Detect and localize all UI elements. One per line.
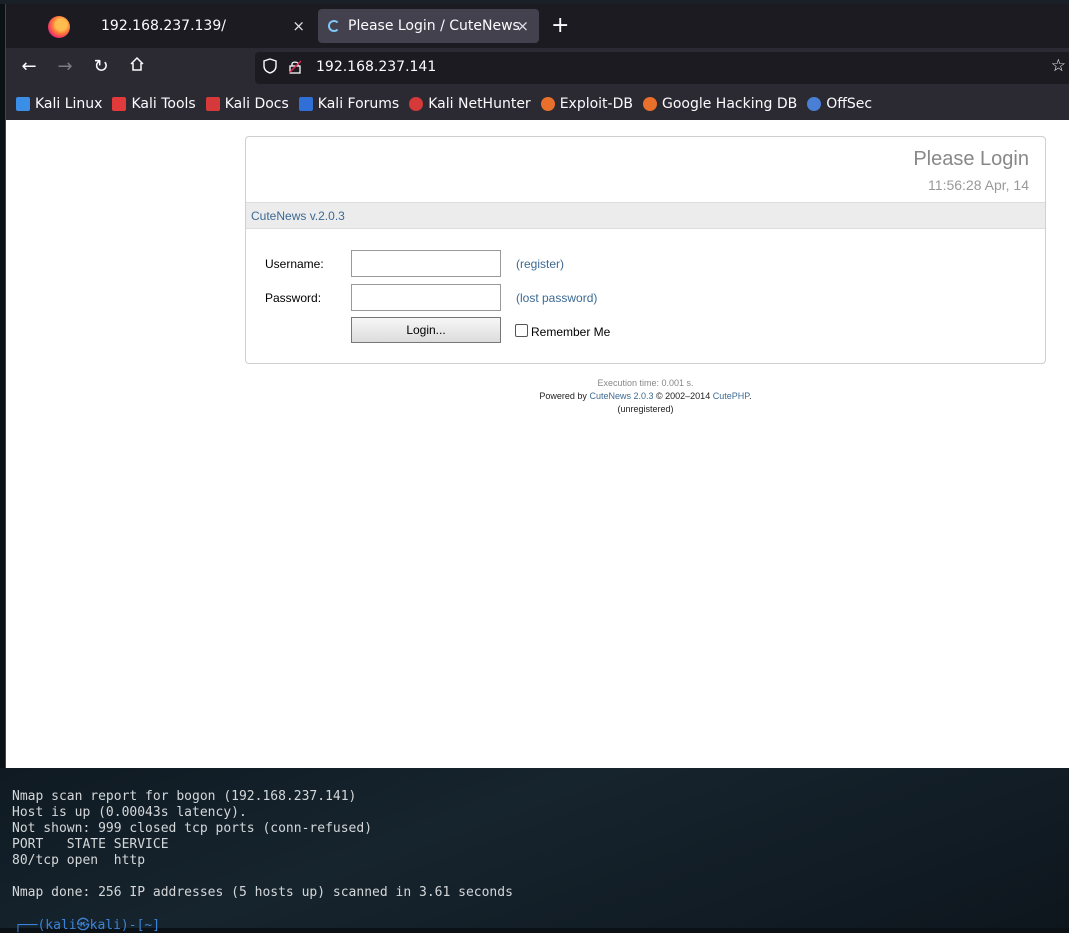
bookmark-label: Kali Docs bbox=[224, 96, 289, 112]
tab-please-login[interactable]: Please Login / CuteNews × bbox=[318, 9, 539, 43]
bookmark-google-hacking-db[interactable]: Google Hacking DB bbox=[642, 96, 798, 112]
lost-password-link[interactable]: (lost password) bbox=[516, 291, 597, 305]
kali-tools-icon bbox=[112, 97, 127, 111]
bookmark-offsec[interactable]: OffSec bbox=[807, 96, 872, 112]
bookmarks-toolbar: Kali Linux Kali Tools Kali Docs Kali For… bbox=[6, 88, 1069, 120]
firefox-view-icon[interactable] bbox=[48, 16, 70, 38]
password-field[interactable] bbox=[351, 284, 501, 311]
login-panel: Please Login 11:56:28 Apr, 14 CuteNews v… bbox=[245, 136, 1046, 364]
new-tab-button[interactable]: + bbox=[551, 13, 569, 38]
version-link[interactable]: CuteNews v.2.0.3 bbox=[251, 209, 345, 223]
insecure-lock-icon[interactable] bbox=[288, 59, 302, 74]
cutephp-link[interactable]: CutePHP bbox=[713, 391, 749, 401]
register-link[interactable]: (register) bbox=[516, 257, 564, 271]
bookmark-label: OffSec bbox=[826, 96, 873, 112]
bookmark-label: Kali Tools bbox=[131, 96, 196, 112]
terminal-output: Nmap scan report for bogon (192.168.237.… bbox=[12, 789, 513, 900]
tab-label: Please Login / CuteNews bbox=[348, 18, 520, 34]
close-icon[interactable]: × bbox=[292, 17, 305, 35]
copyright-text: © 2002–2014 bbox=[656, 391, 711, 401]
kali-nethunter-icon bbox=[409, 97, 424, 111]
offsec-icon bbox=[807, 97, 822, 111]
bookmark-label: Kali NetHunter bbox=[428, 96, 531, 112]
remember-me-checkbox[interactable] bbox=[515, 324, 528, 337]
browser-window: 192.168.237.139/ × Please Login / CuteNe… bbox=[5, 4, 1069, 768]
datetime: 11:56:28 Apr, 14 bbox=[928, 177, 1029, 193]
version-bar: CuteNews v.2.0.3 bbox=[246, 202, 1045, 229]
unregistered-text: (unregistered) bbox=[617, 404, 674, 414]
page-footer: Execution time: 0.001 s. Powered by Cute… bbox=[245, 377, 1046, 416]
ghdb-icon bbox=[642, 97, 657, 111]
reload-icon[interactable]: ↻ bbox=[89, 56, 113, 77]
bookmark-kali-docs[interactable]: Kali Docs bbox=[205, 96, 289, 112]
bookmark-label: Kali Forums bbox=[317, 96, 400, 112]
cutenews-link[interactable]: CuteNews 2.0.3 bbox=[589, 391, 653, 401]
back-arrow-icon[interactable]: ← bbox=[17, 56, 41, 77]
shield-icon[interactable] bbox=[263, 58, 277, 78]
forward-arrow-icon[interactable]: → bbox=[53, 56, 77, 77]
powered-by-line: Powered by CuteNews 2.0.3 © 2002–2014 Cu… bbox=[539, 391, 752, 401]
kali-forums-icon bbox=[298, 97, 313, 111]
tab-192-168-237-139[interactable]: 192.168.237.139/ × bbox=[89, 9, 315, 43]
terminal-prompt: ┌──(kali㉿kali)-[~] bbox=[14, 918, 161, 933]
loading-spinner-icon bbox=[328, 20, 340, 32]
powered-by-text: Powered by bbox=[539, 391, 587, 401]
login-button[interactable]: Login... bbox=[351, 317, 501, 343]
bookmark-label: Google Hacking DB bbox=[661, 96, 798, 112]
bookmark-kali-forums[interactable]: Kali Forums bbox=[298, 96, 400, 112]
execution-time: Execution time: 0.001 s. bbox=[597, 378, 694, 388]
url-text[interactable]: 192.168.237.141 bbox=[316, 59, 436, 75]
username-field[interactable] bbox=[351, 250, 501, 277]
nav-bar: ← → ↻ 192.168.237.141 ☆ bbox=[6, 48, 1069, 88]
password-label: Password: bbox=[265, 291, 322, 305]
tab-bar: 192.168.237.139/ × Please Login / CuteNe… bbox=[6, 4, 1069, 48]
bookmark-kali-tools[interactable]: Kali Tools bbox=[112, 96, 196, 112]
kali-docs-icon bbox=[205, 97, 220, 111]
page-title: Please Login bbox=[913, 148, 1029, 170]
terminal-window[interactable]: Nmap scan report for bogon (192.168.237.… bbox=[0, 768, 1069, 933]
close-icon[interactable]: × bbox=[516, 17, 529, 35]
bookmark-kali-nethunter[interactable]: Kali NetHunter bbox=[409, 96, 531, 112]
kali-dragon-icon bbox=[16, 97, 30, 111]
bookmark-label: Kali Linux bbox=[35, 96, 103, 112]
remember-me-label: Remember Me bbox=[531, 325, 611, 339]
username-label: Username: bbox=[265, 257, 324, 271]
home-icon[interactable] bbox=[125, 56, 149, 77]
url-bar[interactable]: 192.168.237.141 ☆ bbox=[255, 52, 1069, 84]
tab-label: 192.168.237.139/ bbox=[101, 18, 226, 34]
exploit-db-icon bbox=[540, 97, 555, 111]
bookmark-exploit-db[interactable]: Exploit-DB bbox=[540, 96, 633, 112]
page-content: Please Login 11:56:28 Apr, 14 CuteNews v… bbox=[6, 120, 1069, 768]
bookmark-kali-linux[interactable]: Kali Linux bbox=[16, 96, 102, 112]
bookmark-star-icon[interactable]: ☆ bbox=[1051, 56, 1066, 76]
bookmark-label: Exploit-DB bbox=[559, 96, 633, 112]
